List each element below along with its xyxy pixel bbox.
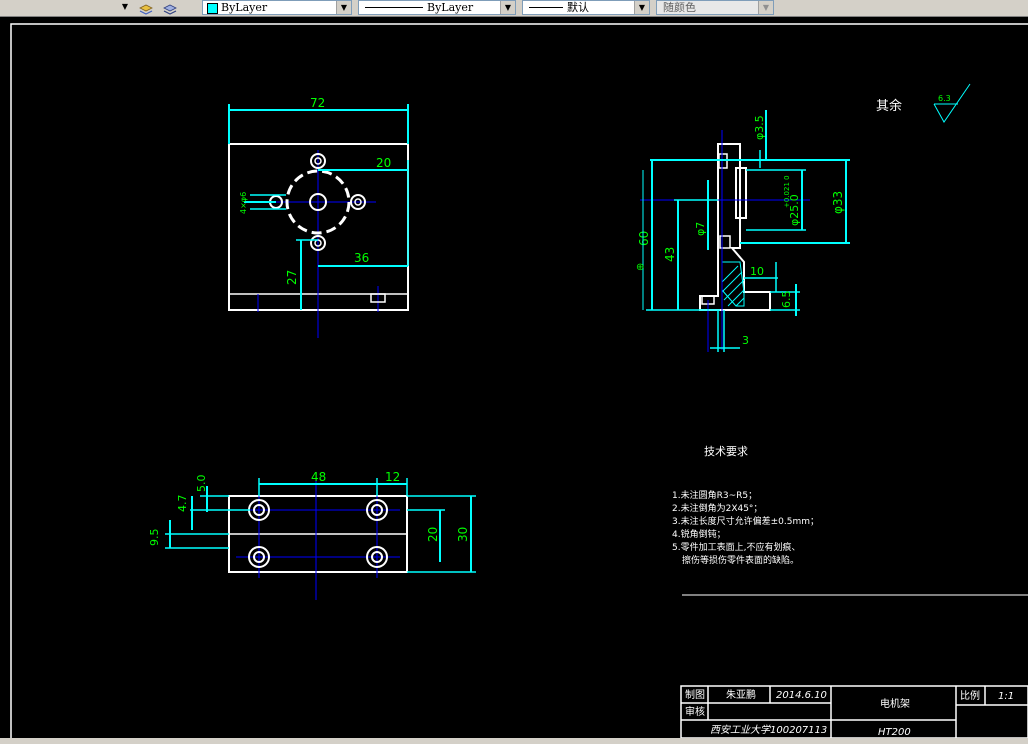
dim-phi-33: φ33	[831, 191, 845, 214]
note-6: 擦伤等损伤零件表面的缺陷。	[682, 554, 799, 566]
chevron-down-icon[interactable]: ▼	[500, 1, 515, 14]
color-swatch-icon	[207, 3, 218, 14]
dim-hole: 4×φ6	[239, 192, 248, 214]
bottom-tab-bar	[0, 738, 1028, 744]
color-control-value: ByLayer	[221, 1, 268, 14]
color-control-dropdown[interactable]: ByLayer ▼	[202, 0, 352, 15]
lineweight-control-dropdown[interactable]: 默认 ▼	[522, 0, 650, 15]
dim-48: 48	[311, 470, 326, 484]
dim-30: 30	[456, 527, 470, 542]
layer-previous-icon[interactable]	[163, 1, 177, 15]
dim-5: 5.0	[195, 475, 208, 493]
toolbar-left-dropdown[interactable]: ▼	[0, 0, 134, 15]
linetype-control-value: ByLayer	[427, 1, 474, 14]
scale-label: 比例	[960, 689, 980, 702]
chevron-down-icon[interactable]: ▼	[758, 1, 773, 14]
top-view: 72 20 36 27 4×φ6	[228, 96, 409, 338]
plotstyle-control-dropdown[interactable]: 随颜色 ▼	[656, 0, 774, 15]
dim-10: 10	[750, 265, 764, 278]
dim-43: 43	[663, 247, 677, 262]
linetype-preview	[365, 7, 423, 8]
note-1: 1.未注圆角R3~R5；	[672, 489, 757, 501]
dim-theta: ⊕	[636, 262, 644, 273]
drawn-name: 朱亚鹏	[726, 688, 756, 701]
front-view: 48 12 5.0 4.7 9.5 20 30	[148, 470, 476, 600]
roughness-label: 其余	[876, 98, 902, 114]
note-4: 4.锐角倒钝；	[672, 528, 726, 540]
title-block-text: 制图 朱亚鹏 2014.6.10 审核 电机架 比例 1:1 西安工业大学100…	[685, 688, 1014, 738]
part-name: 电机架	[880, 697, 910, 710]
dim-6-5: 6.5	[780, 291, 793, 309]
drawing-border	[10, 23, 1028, 738]
notes-title: 技术要求	[704, 445, 748, 458]
linetype-control-dropdown[interactable]: ByLayer ▼	[358, 0, 516, 15]
school-name: 西安工业大学100207113	[710, 724, 827, 736]
dim-20-front: 20	[426, 527, 440, 542]
layer-stack-icon[interactable]	[139, 1, 153, 15]
lineweight-control-value: 默认	[567, 1, 589, 14]
dim-72: 72	[310, 96, 325, 110]
plotstyle-control-value: 随颜色	[663, 1, 696, 14]
drawn-label: 制图	[685, 688, 705, 701]
material: HT200	[878, 727, 911, 738]
side-view: φ33 φ25.0 +0.021 0 φ3.5 60 ⊕ 43 φ7 10 6.…	[636, 110, 850, 352]
hatch-lines	[721, 265, 745, 307]
chevron-down-icon[interactable]: ▼	[336, 1, 351, 14]
dim-tolerance: +0.021 0	[783, 175, 791, 208]
check-label: 审核	[685, 705, 705, 718]
dim-60: 60	[637, 231, 651, 246]
note-2: 2.未注倒角为2X45°；	[672, 502, 762, 514]
chevron-down-icon[interactable]: ▼	[118, 0, 132, 13]
scale-value: 1:1	[998, 691, 1014, 702]
roughness-symbol-icon	[933, 83, 971, 123]
chevron-down-icon[interactable]: ▼	[634, 1, 649, 14]
dim-20: 20	[376, 156, 391, 170]
drawing-canvas[interactable]: 72 20 36 27 4×φ6 48 12 5.0 4.7 9.5 20 30…	[0, 17, 1028, 738]
properties-toolbar: ▼ ByLayer ▼ ByLayer ▼ 默认 ▼ 随颜色 ▼	[0, 0, 1028, 17]
dim-12: 12	[385, 470, 400, 484]
dim-phi-3-5: φ3.5	[753, 115, 766, 140]
dim-36: 36	[354, 251, 369, 265]
dim-27: 27	[285, 270, 299, 285]
dim-9-5: 9.5	[148, 529, 161, 547]
dim-3: 3	[742, 334, 749, 347]
dim-phi-7: φ7	[694, 222, 707, 236]
technical-requirements: 技术要求 1.未注圆角R3~R5； 2.未注倒角为2X45°； 3.未注长度尺寸…	[672, 445, 819, 566]
lineweight-preview	[529, 7, 563, 8]
note-3: 3.未注长度尺寸允许偏差±0.5mm；	[672, 515, 819, 527]
drawn-date: 2014.6.10	[776, 690, 827, 701]
dim-4-7: 4.7	[176, 495, 189, 513]
roughness-value: 6.3	[938, 94, 951, 103]
note-5: 5.零件加工表面上,不应有划痕、	[672, 541, 800, 553]
